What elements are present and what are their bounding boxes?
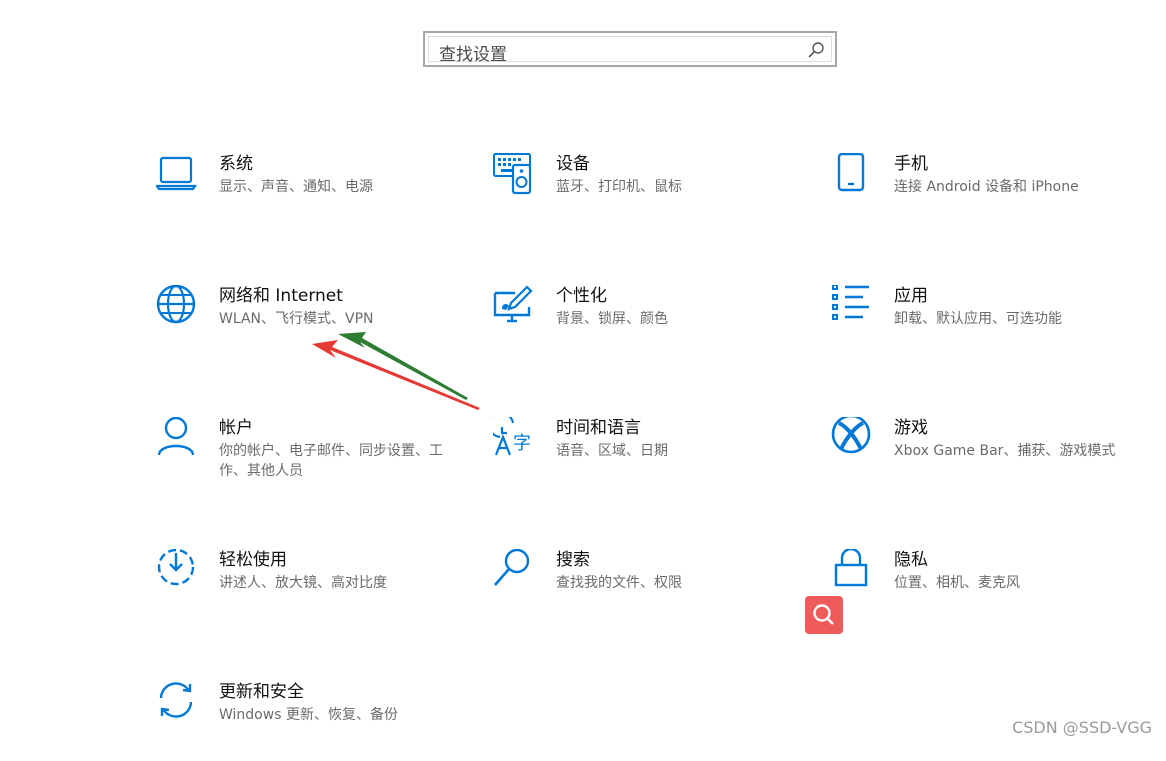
tile-desc: 蓝牙、打印机、鼠标 xyxy=(556,179,682,195)
lock-icon xyxy=(834,549,868,587)
floating-search-icon xyxy=(813,604,834,625)
tile-desc: Windows 更新、恢复、备份 xyxy=(219,707,398,723)
tile-desc: 语音、区域、日期 xyxy=(556,443,668,459)
annotation-arrows xyxy=(312,332,480,410)
ease-of-access-icon xyxy=(157,549,195,586)
svg-text:字: 字 xyxy=(513,433,531,454)
sync-icon xyxy=(159,682,193,718)
tile-title: 应用 xyxy=(894,286,928,306)
search-magnifier-icon[interactable] xyxy=(807,41,825,59)
tile-desc: 讲述人、放大镜、高对比度 xyxy=(219,575,387,591)
tile-desc: 查找我的文件、权限 xyxy=(556,575,682,591)
tile-desc: 卸载、默认应用、可选功能 xyxy=(894,311,1062,327)
tile-title: 游戏 xyxy=(894,418,928,438)
phone-icon xyxy=(837,153,865,192)
tile-gaming[interactable]: 游戏 Xbox Game Bar、捕获、游戏模式 xyxy=(831,417,1131,497)
devices-icon xyxy=(493,153,532,195)
tile-personalization[interactable]: 个性化 背景、锁屏、颜色 xyxy=(493,285,793,365)
tile-time-language[interactable]: 字 时间和语言 语音、区域、日期 xyxy=(493,417,793,497)
personalization-icon xyxy=(493,285,533,323)
settings-search-box[interactable]: 查找设置 xyxy=(423,31,837,67)
tile-system[interactable]: 系统 显示、声音、通知、电源 xyxy=(156,153,456,233)
person-icon xyxy=(157,417,195,456)
tile-search[interactable]: 搜索 查找我的文件、权限 xyxy=(493,549,793,629)
tile-desc: 背景、锁屏、颜色 xyxy=(556,311,668,327)
tile-accounts[interactable]: 帐户 你的帐户、电子邮件、同步设置、工作、其他人员 xyxy=(156,417,456,497)
time-language-icon: 字 xyxy=(493,417,531,456)
tile-privacy[interactable]: 隐私 位置、相机、麦克风 xyxy=(831,549,1131,629)
tile-desc: 你的帐户、电子邮件、同步设置、工作、其他人员 xyxy=(219,443,443,479)
tile-devices[interactable]: 设备 蓝牙、打印机、鼠标 xyxy=(493,153,793,233)
tile-title: 帐户 xyxy=(219,418,253,438)
tile-phone[interactable]: 手机 连接 Android 设备和 iPhone xyxy=(831,153,1131,233)
tile-title: 网络和 Internet xyxy=(219,286,343,306)
tile-title: 个性化 xyxy=(556,286,607,306)
tile-title: 设备 xyxy=(556,154,590,174)
tile-desc: 连接 Android 设备和 iPhone xyxy=(894,179,1079,195)
watermark: CSDN @SSD-VGG xyxy=(1012,718,1152,737)
globe-icon xyxy=(156,285,196,324)
tile-update-security[interactable]: 更新和安全 Windows 更新、恢复、备份 xyxy=(156,681,456,761)
tile-desc: Xbox Game Bar、捕获、游戏模式 xyxy=(894,443,1116,459)
floating-search-button[interactable] xyxy=(805,596,843,634)
tile-desc: WLAN、飞行模式、VPN xyxy=(219,311,374,327)
tile-desc: 显示、声音、通知、电源 xyxy=(219,179,373,195)
tile-title: 更新和安全 xyxy=(219,682,304,702)
tile-title: 轻松使用 xyxy=(219,550,287,570)
xbox-icon xyxy=(831,417,871,454)
laptop-icon xyxy=(156,156,198,191)
apps-list-icon xyxy=(832,285,869,320)
tile-title: 时间和语言 xyxy=(556,418,641,438)
tile-title: 搜索 xyxy=(556,550,590,570)
tile-ease-of-access[interactable]: 轻松使用 讲述人、放大镜、高对比度 xyxy=(156,549,456,629)
search-icon xyxy=(494,549,530,586)
tile-title: 系统 xyxy=(219,154,253,174)
tile-desc: 位置、相机、麦克风 xyxy=(894,575,1020,591)
search-placeholder: 查找设置 xyxy=(439,45,507,65)
tile-apps[interactable]: 应用 卸载、默认应用、可选功能 xyxy=(831,285,1131,365)
green-arrow xyxy=(338,332,468,400)
tile-title: 隐私 xyxy=(894,550,928,570)
red-arrow xyxy=(312,340,480,410)
tile-title: 手机 xyxy=(894,154,928,174)
